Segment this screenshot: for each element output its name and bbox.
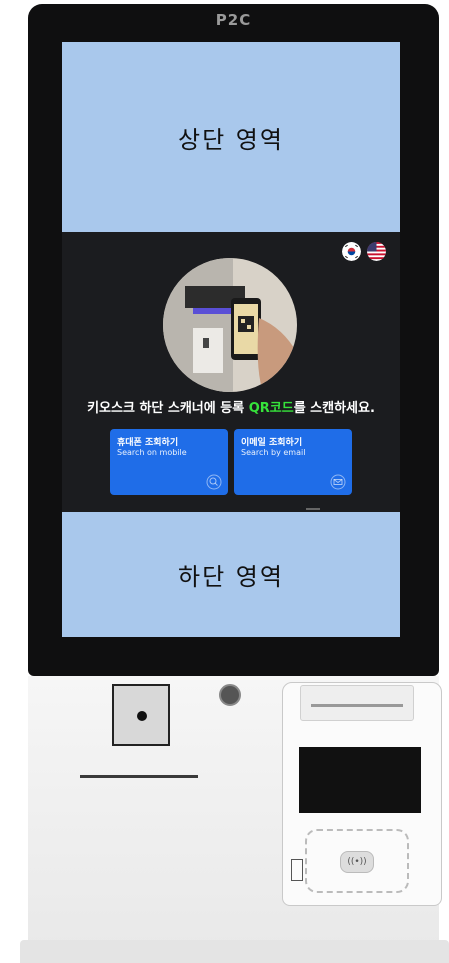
korea-flag-icon[interactable] (342, 242, 361, 261)
language-selector (342, 242, 386, 261)
barcode-scanner (112, 684, 170, 746)
instruction-text-before: 키오스크 하단 스캐너에 등록 (87, 401, 249, 416)
bottom-area-label: 하단 영역 (178, 563, 284, 591)
receipt-printer (300, 685, 414, 721)
email-search-icon (330, 474, 346, 490)
top-area: 상단 영역 (62, 42, 400, 232)
search-icon (206, 474, 222, 490)
key-lock-icon (219, 684, 241, 706)
usa-flag-icon[interactable] (367, 242, 386, 261)
instruction-text-after: 를 스캔하세요. (293, 401, 375, 416)
scanner-lens-icon (137, 711, 147, 721)
divider (306, 508, 320, 510)
search-mobile-button[interactable]: 휴대폰 조회하기 Search on mobile (110, 429, 228, 495)
qr-code-highlight: QR코드 (248, 401, 294, 416)
payment-screen (299, 747, 421, 813)
contactless-icon: ((•)) (340, 851, 374, 873)
kiosk-screen: 상단 영역 키오스크 하단 스캐너에 등록 QR코드를 스캔하세요. 휴대폰 조… (62, 42, 400, 637)
card-insert-icon (291, 859, 303, 881)
search-email-title: 이메일 조회하기 (241, 438, 303, 448)
brand-logo: P2C (215, 11, 252, 29)
scan-panel: 키오스크 하단 스캐너에 등록 QR코드를 스캔하세요. 휴대폰 조회하기 Se… (62, 232, 400, 512)
top-area-label: 상단 영역 (178, 125, 284, 154)
card-slot (80, 775, 198, 778)
search-email-button[interactable]: 이메일 조회하기 Search by email (234, 429, 352, 495)
scan-instruction: 키오스크 하단 스캐너에 등록 QR코드를 스캔하세요. (62, 397, 400, 416)
qr-scan-illustration (163, 258, 297, 392)
bottom-area: 하단 영역 (62, 512, 400, 637)
payment-terminal: ((•)) (282, 682, 442, 906)
kiosk-stand (20, 940, 449, 963)
nfc-reader: ((•)) (305, 829, 409, 893)
search-mobile-subtitle: Search on mobile (117, 448, 187, 457)
search-email-subtitle: Search by email (241, 448, 306, 457)
search-mobile-title: 휴대폰 조회하기 (117, 438, 179, 448)
receipt-slot (311, 704, 403, 707)
